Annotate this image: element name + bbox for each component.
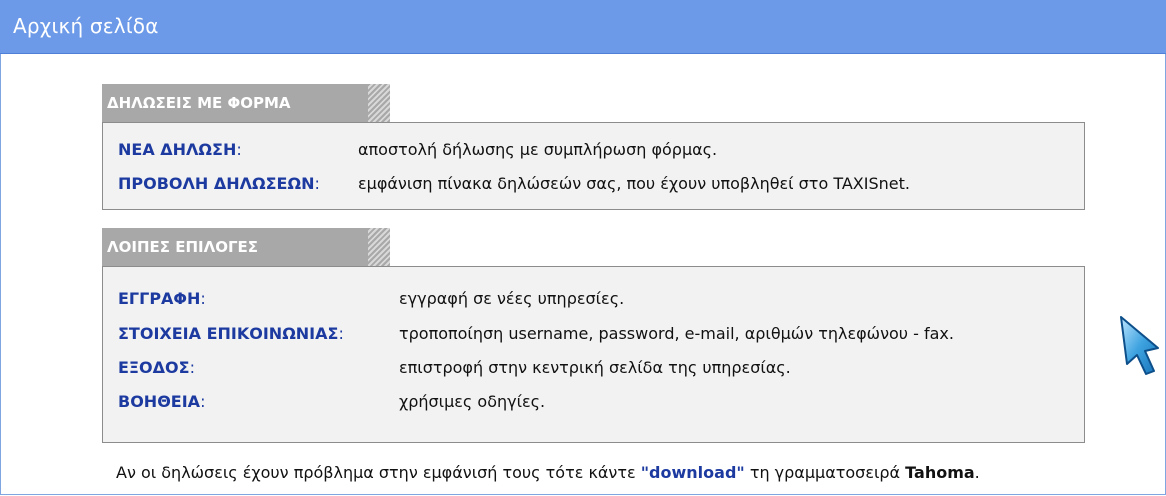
header-stripes (368, 84, 390, 123)
page-title: Αρχική σελίδα (13, 14, 159, 38)
menu-row-description: εμφάνιση πίνακα δηλώσεών σας, που έχουν … (358, 174, 910, 193)
section-title-other: ΛΟΙΠΕΣ ΕΠΙΛΟΓΕΣ (107, 238, 259, 256)
link-view-declarations[interactable]: ΠΡΟΒΟΛΗ ΔΗΛΩΣΕΩΝ: (118, 174, 320, 194)
section-box-other: ΕΓΓΡΑΦΗ: εγγραφή σε νέες υπηρεσίες. ΣΤΟΙ… (102, 266, 1085, 443)
link-register[interactable]: ΕΓΓΡΑΦΗ: (118, 289, 206, 309)
font-notice-text: τη γραμματοσειρά (744, 463, 906, 482)
colon: : (200, 289, 206, 308)
link-contact-info[interactable]: ΣΤΟΙΧΕΙΑ ΕΠΙΚΟΙΝΩΝΙΑΣ: (118, 324, 344, 344)
link-new-declaration-label[interactable]: ΝΕΑ ΔΗΛΩΣΗ (118, 140, 236, 159)
page: Αρχική σελίδα ΔΗΛΩΣΕΙΣ ΜΕ ΦΟΡΜΑ ΝΕΑ ΔΗΛΩ… (0, 0, 1166, 496)
colon: : (236, 140, 242, 159)
link-exit[interactable]: ΕΞΟΔΟΣ: (118, 358, 195, 378)
font-notice-text: . (974, 463, 980, 482)
title-bar: Αρχική σελίδα (0, 0, 1166, 54)
menu-row-description: χρήσιμες οδηγίες. (399, 392, 546, 411)
colon: : (200, 392, 206, 411)
header-stripes (368, 228, 390, 267)
colon: : (189, 358, 195, 377)
section-header-other: ΛΟΙΠΕΣ ΕΠΙΛΟΓΕΣ (102, 228, 390, 267)
link-contact-info-label[interactable]: ΣΤΟΙΧΕΙΑ ΕΠΙΚΟΙΝΩΝΙΑΣ (118, 324, 338, 343)
link-new-declaration[interactable]: ΝΕΑ ΔΗΛΩΣΗ: (118, 140, 242, 160)
menu-row-description: εγγραφή σε νέες υπηρεσίες. (399, 289, 625, 308)
link-help-label[interactable]: ΒΟΗΘΕΙΑ (118, 392, 200, 411)
font-name: Tahoma (905, 463, 975, 482)
link-register-label[interactable]: ΕΓΓΡΑΦΗ (118, 289, 200, 308)
colon: : (338, 324, 344, 343)
font-notice-text: Αν οι δηλώσεις έχουν πρόβλημα στην εμφάν… (116, 463, 641, 482)
font-notice: Αν οι δηλώσεις έχουν πρόβλημα στην εμφάν… (116, 463, 980, 482)
link-help[interactable]: ΒΟΗΘΕΙΑ: (118, 392, 205, 412)
section-header-forms: ΔΗΛΩΣΕΙΣ ΜΕ ΦΟΡΜΑ (102, 84, 390, 123)
section-box-forms: ΝΕΑ ΔΗΛΩΣΗ: αποστολή δήλωσης με συμπλήρω… (102, 122, 1085, 210)
mouse-pointer-icon (1120, 316, 1159, 375)
download-font-link[interactable]: "download" (641, 463, 745, 482)
menu-row-description: αποστολή δήλωσης με συμπλήρωση φόρμας. (358, 140, 718, 159)
menu-row-description: τροποποίηση username, password, e-mail, … (399, 324, 954, 343)
colon: : (314, 174, 320, 193)
link-exit-label[interactable]: ΕΞΟΔΟΣ (118, 358, 190, 377)
menu-row-description: επιστροφή στην κεντρική σελίδα της υπηρε… (399, 358, 791, 377)
section-title-forms: ΔΗΛΩΣΕΙΣ ΜΕ ΦΟΡΜΑ (107, 94, 291, 112)
link-view-declarations-label[interactable]: ΠΡΟΒΟΛΗ ΔΗΛΩΣΕΩΝ (118, 174, 314, 193)
